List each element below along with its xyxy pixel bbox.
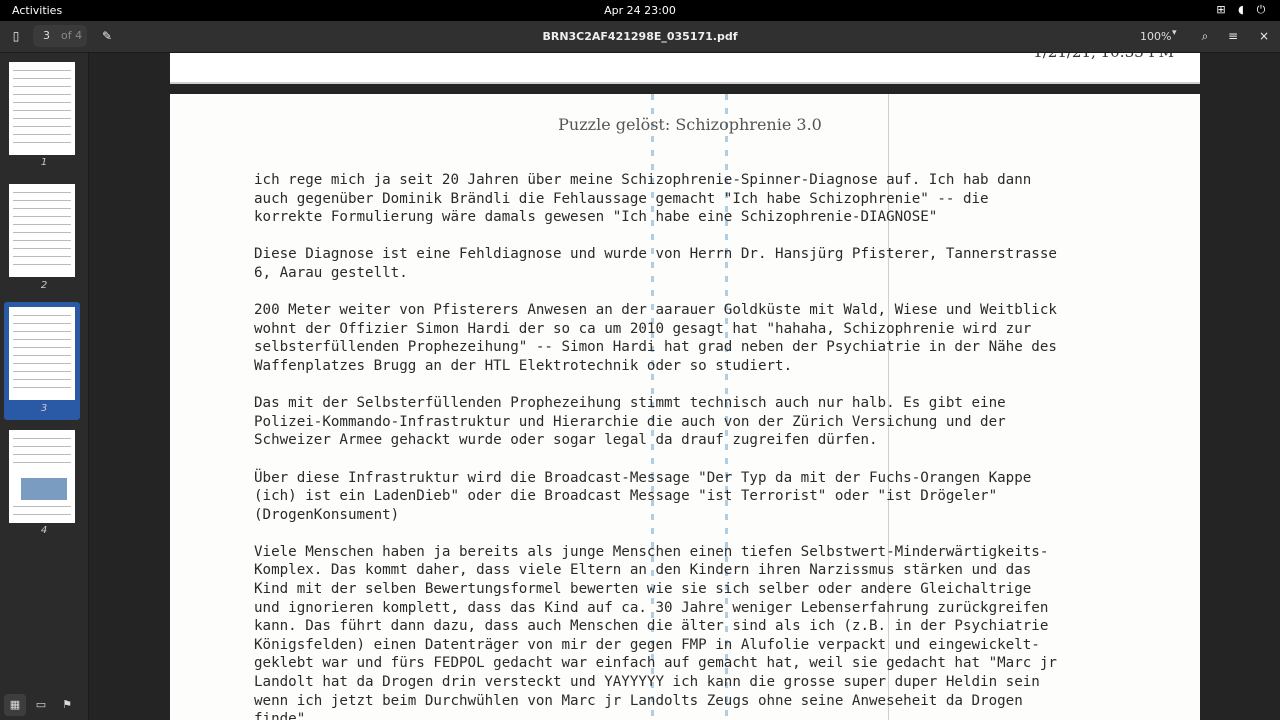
previous-page-bottom: 1/21/21, 10:33 PM [170, 53, 1200, 84]
document-view[interactable]: 1/21/21, 10:33 PM Puzzle gelöst: Schizop… [89, 53, 1280, 720]
hamburger-menu-icon: ≡ [1227, 29, 1239, 43]
pdf-page-3[interactable]: Puzzle gelöst: Schizophrenie 3.0 ich reg… [170, 94, 1200, 720]
thumbnail-label: 2 [40, 280, 48, 291]
page-thumbnail-4[interactable] [9, 430, 75, 523]
close-button[interactable]: × [1252, 25, 1276, 47]
zoom-level: 100% [1140, 30, 1172, 43]
thumbnail-sidebar[interactable]: 1 2 3 4 ▦ ▭ ⚑ [0, 53, 89, 720]
sidebar-mode-switcher: ▦ ▭ ⚑ [4, 694, 78, 716]
page-heading: Puzzle gelöst: Schizophrenie 3.0 [558, 115, 822, 134]
page-thumbnail-2[interactable] [9, 184, 75, 277]
main-menu-button[interactable]: ≡ [1221, 25, 1245, 47]
search-button[interactable]: ⌕ [1193, 25, 1217, 47]
page-body-text: ich rege mich ja seit 20 Jahren über mei… [254, 171, 1134, 720]
paragraph: Das mit der Selbsterfüllenden Prophezeih… [254, 395, 1006, 449]
top-bar: Activities Apr 24 23:00 ⊞ ◖ ⏻ [0, 0, 1280, 21]
document-title: BRN3C2AF421298E_035171.pdf [542, 30, 738, 43]
header-bar: ▯ 3 of 4 ✎ BRN3C2AF421298E_035171.pdf 10… [0, 21, 1280, 53]
thumbnail-label: 1 [40, 157, 48, 168]
zoom-menu-button[interactable]: 100% ▾ [1124, 25, 1188, 47]
bookmark-icon: ⚑ [62, 698, 72, 711]
network-icon[interactable]: ⊞ [1214, 3, 1228, 17]
paragraph: 200 Meter weiter von Pfisterers Anwesen … [254, 302, 1057, 374]
thumbnails-view-button[interactable]: ▦ [4, 694, 26, 716]
previous-page-timestamp: 1/21/21, 10:33 PM [1033, 53, 1174, 61]
grid-icon: ▦ [9, 698, 21, 711]
paragraph: Über diese Infrastruktur wird die Broadc… [254, 469, 1032, 523]
annotations-view-button[interactable]: ▭ [30, 694, 52, 716]
paragraph: Diese Diagnose ist eine Fehldiagnose und… [254, 246, 1057, 281]
clock[interactable]: Apr 24 23:00 [0, 4, 1280, 17]
power-icon[interactable]: ⏻ [1254, 3, 1268, 17]
thumbnail-image [21, 478, 67, 500]
volume-icon[interactable]: ◖ [1234, 3, 1248, 17]
paragraph: ich rege mich ja seit 20 Jahren über mei… [254, 172, 1032, 226]
chevron-down-icon: ▾ [1172, 28, 1177, 38]
page-thumbnail-3[interactable] [9, 307, 75, 400]
paragraph: Viele Menschen haben ja bereits als jung… [254, 543, 1057, 720]
page-thumbnail-1[interactable] [9, 62, 75, 155]
comment-icon: ▭ [35, 698, 47, 711]
close-icon: × [1258, 29, 1270, 43]
system-tray[interactable]: ⊞ ◖ ⏻ [1214, 3, 1268, 17]
search-icon: ⌕ [1201, 29, 1209, 43]
thumbnail-label: 3 [40, 403, 48, 414]
bookmarks-view-button[interactable]: ⚑ [56, 694, 78, 716]
thumbnail-label: 4 [40, 525, 48, 536]
